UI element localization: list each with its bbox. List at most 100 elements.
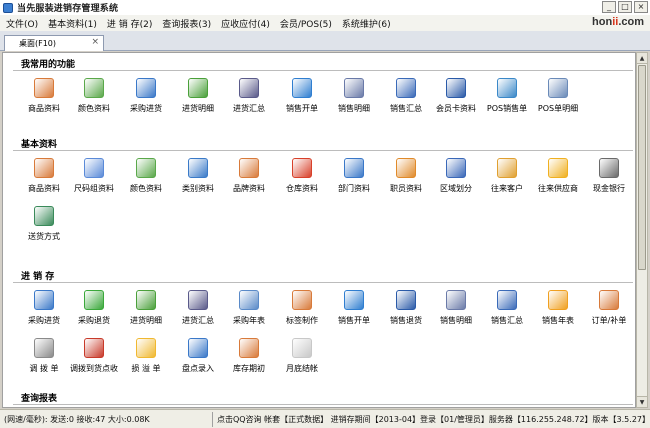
- window-title: 当先服装进销存管理系统: [17, 4, 119, 14]
- shortcut-truck-window[interactable]: 采购进货: [121, 78, 171, 124]
- shortcut-window-grid[interactable]: 区域划分: [431, 158, 481, 204]
- title-bar: 当先服装进销存管理系统 _ □ ×: [0, 0, 650, 15]
- section-divider: [13, 404, 633, 405]
- menu-reports[interactable]: 查询报表(3): [162, 17, 211, 30]
- shortcut-table-window[interactable]: 标签制作: [277, 290, 327, 336]
- close-button[interactable]: ×: [634, 1, 648, 13]
- shortcut-label: 标签制作: [286, 316, 318, 325]
- shortcut-camera[interactable]: 现金银行: [584, 158, 634, 204]
- shortcut-question-doc[interactable]: 调 拨 单: [19, 338, 69, 384]
- shortcut-label: 月底结帐: [286, 364, 318, 373]
- shortcut-truck-window[interactable]: 采购进货: [19, 290, 69, 336]
- cube-star-icon: [188, 158, 208, 178]
- shortcut-label: 商品资料: [28, 184, 60, 193]
- menu-system[interactable]: 系统维护(6): [342, 17, 391, 30]
- close-icon[interactable]: ×: [91, 37, 99, 47]
- shortcut-box-red[interactable]: 仓库资料: [277, 158, 327, 204]
- shortcut-floppy[interactable]: 销售退货: [381, 290, 431, 336]
- shortcut-search-doc[interactable]: 采购年表: [224, 290, 274, 336]
- shortcut-label: 销售汇总: [390, 104, 422, 113]
- tab-desktop-label: 桌面(F10): [19, 39, 57, 48]
- section-divider: [13, 70, 633, 71]
- truck-window-icon: [34, 290, 54, 310]
- floppy-icon: [396, 290, 416, 310]
- shortcut-split-window[interactable]: 销售汇总: [381, 78, 431, 124]
- shortcut-person-green[interactable]: 进货明细: [173, 78, 223, 124]
- scroll-down-icon[interactable]: ▼: [637, 396, 647, 407]
- menu-basic-data[interactable]: 基本资料(1): [48, 17, 97, 30]
- scroll-thumb[interactable]: [638, 65, 646, 270]
- shortcut-tools-doc[interactable]: 销售明细: [431, 290, 481, 336]
- shortcut-receipt-window[interactable]: POS销售单: [482, 78, 532, 124]
- shortcut-label: POS销售单: [486, 104, 528, 113]
- shortcut-globe-star[interactable]: 销售开单: [277, 78, 327, 124]
- shortcut-wrench-screwdriver[interactable]: 调拨到货点收: [69, 338, 119, 384]
- tab-desktop[interactable]: 桌面(F10) ×: [4, 35, 104, 51]
- shortcut-label: 销售汇总: [491, 316, 523, 325]
- shortcut-globe-star[interactable]: 销售开单: [329, 290, 379, 336]
- shortcut-card[interactable]: 会员卡资料: [431, 78, 481, 124]
- chart-doc-icon: [396, 158, 416, 178]
- box-red-icon: [292, 158, 312, 178]
- window-controls: _ □ ×: [602, 1, 648, 13]
- shortcut-cube-star[interactable]: 类别资料: [173, 158, 223, 204]
- tools-doc-icon: [446, 290, 466, 310]
- shortcut-warning[interactable]: 销售年表: [533, 290, 583, 336]
- shortcut-team[interactable]: 库存期初: [224, 338, 274, 384]
- shortcut-split-window[interactable]: 销售汇总: [482, 290, 532, 336]
- menu-inventory[interactable]: 进 销 存(2): [107, 17, 152, 30]
- brand-logo: honii.com: [592, 16, 644, 28]
- section-title: 进 销 存: [21, 272, 55, 282]
- receipt-window-icon: [497, 78, 517, 98]
- shortcut-label: 调拨到货点收: [70, 364, 118, 373]
- shortcut-chart-doc[interactable]: 职员资料: [381, 158, 431, 204]
- maximize-button[interactable]: □: [618, 1, 632, 13]
- section-title: 基本资料: [21, 140, 58, 150]
- shortcut-label: 销售明细: [440, 316, 472, 325]
- shortcut-tools-doc[interactable]: 销售明细: [329, 78, 379, 124]
- menu-member-pos[interactable]: 会员/POS(5): [280, 17, 332, 30]
- shortcut-label: 进货明细: [182, 104, 214, 113]
- search-doc-icon: [239, 290, 259, 310]
- menu-file[interactable]: 文件(O): [6, 17, 38, 30]
- shortcut-label: 商品资料: [28, 104, 60, 113]
- shortcut-label: 采购进货: [130, 104, 162, 113]
- shortcut-play-circle[interactable]: 采购退货: [69, 290, 119, 336]
- shortcut-disc[interactable]: 尺码组资料: [69, 158, 119, 204]
- shortcut-table-window[interactable]: 商品资料: [19, 78, 69, 124]
- shortcut-people[interactable]: 部门资料: [329, 158, 379, 204]
- shortcut-help-circle[interactable]: 往来供应商: [533, 158, 583, 204]
- shortcut-folder-doc[interactable]: 盘点录入: [173, 338, 223, 384]
- shortcut-person-green[interactable]: 进货明细: [121, 290, 171, 336]
- menu-payables[interactable]: 应收应付(4): [221, 17, 270, 30]
- card-icon: [446, 78, 466, 98]
- shortcut-table-window[interactable]: 品牌资料: [224, 158, 274, 204]
- shortcut-notebook-pencil[interactable]: 进货汇总: [224, 78, 274, 124]
- shortcut-label: 进货汇总: [182, 316, 214, 325]
- shortcut-notebook-pencil[interactable]: 进货汇总: [173, 290, 223, 336]
- shortcut-label: 送货方式: [28, 232, 60, 241]
- shortcut-label: POS单明细: [537, 104, 579, 113]
- shortcut-hexagon[interactable]: 月底结帐: [277, 338, 327, 384]
- shortcut-label: 区域划分: [440, 184, 472, 193]
- minimize-button[interactable]: _: [602, 1, 616, 13]
- shortcut-picture[interactable]: 送货方式: [19, 206, 69, 252]
- hexagon-icon: [292, 338, 312, 358]
- magnifier-icon: [548, 78, 568, 98]
- shortcut-label: 会员卡资料: [436, 104, 476, 113]
- shortcut-cube-gold[interactable]: 损 溢 单: [121, 338, 171, 384]
- shortcut-label: 颜色资料: [130, 184, 162, 193]
- person-green-icon: [136, 290, 156, 310]
- scroll-up-icon[interactable]: ▲: [637, 53, 647, 64]
- shortcut-label: 采购进货: [28, 316, 60, 325]
- globe-users-icon: [497, 158, 517, 178]
- shortcut-magnifier[interactable]: POS单明细: [533, 78, 583, 124]
- app-icon: [3, 2, 13, 13]
- shortcut-palette-window[interactable]: 颜色资料: [69, 78, 119, 124]
- shortcut-globe-users[interactable]: 往来客户: [482, 158, 532, 204]
- vertical-scrollbar[interactable]: ▲ ▼: [636, 52, 648, 408]
- shortcut-palette-window[interactable]: 颜色资料: [121, 158, 171, 204]
- shortcut-label: 部门资料: [338, 184, 370, 193]
- shortcut-table-window[interactable]: 商品资料: [19, 158, 69, 204]
- shortcut-table-window[interactable]: 订单/补单: [584, 290, 634, 336]
